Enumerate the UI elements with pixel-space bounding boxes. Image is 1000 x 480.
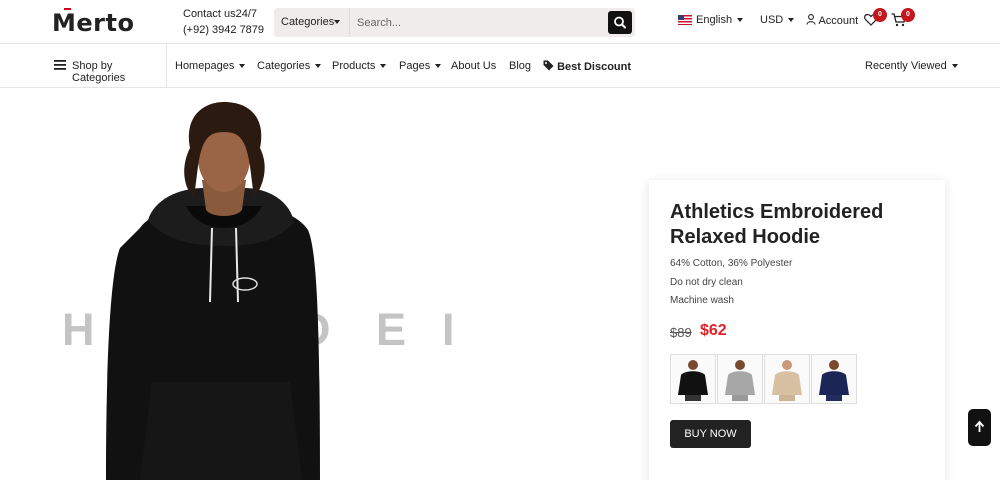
wishlist-count-badge: 0: [873, 8, 887, 22]
shop-by-categories-label: Shop by Categories: [72, 60, 126, 84]
us-flag-icon: [678, 15, 692, 25]
account-label: Account: [818, 15, 859, 27]
buy-now-button[interactable]: BUY NOW: [670, 420, 751, 448]
old-price: $89: [670, 325, 692, 340]
nav-about-us[interactable]: About Us: [451, 60, 496, 72]
logo[interactable]: Merto: [52, 8, 135, 37]
chevron-down-icon: [315, 64, 322, 69]
nav-categories[interactable]: Categories: [257, 60, 322, 72]
nav-pages-label: Pages: [399, 60, 431, 72]
shop-by-categories-button[interactable]: Shop by Categories: [0, 44, 167, 88]
recently-viewed-dropdown[interactable]: Recently Viewed: [865, 60, 958, 72]
nav-pages[interactable]: Pages: [399, 60, 442, 72]
contact-info: Contact us24/7 (+92) 3942 7879: [183, 6, 264, 38]
product-feature: Do not dry clean: [670, 277, 743, 288]
chevron-down-icon: [435, 64, 442, 69]
product-card: Athletics Embroidered Relaxed Hoodie 64%…: [649, 180, 945, 480]
search-input[interactable]: [357, 14, 577, 31]
menu-icon: [54, 60, 66, 70]
language-label: English: [696, 14, 733, 26]
nav-homepages[interactable]: Homepages: [175, 60, 246, 72]
tag-icon: [543, 60, 554, 71]
scroll-to-top-button[interactable]: [968, 409, 991, 446]
nav-blog[interactable]: Blog: [509, 60, 531, 72]
navy-hoodie-icon: [819, 360, 849, 401]
product-feature: 64% Cotton, 36% Polyester: [670, 258, 793, 269]
search-icon: [614, 16, 626, 29]
nav-products-label: Products: [332, 60, 376, 72]
arrow-up-icon: [974, 420, 985, 432]
beige-hoodie-icon: [772, 360, 802, 401]
cart-count-badge: 0: [901, 8, 915, 22]
currency-selector[interactable]: USD: [760, 14, 795, 26]
language-selector[interactable]: English: [696, 14, 744, 26]
main-nav: Shop by Categories Homepages Categories …: [0, 44, 1000, 88]
sale-price: $62: [700, 322, 727, 339]
chevron-down-icon: [788, 18, 795, 23]
user-icon: [806, 14, 816, 25]
variant-thumb-grey[interactable]: [717, 354, 763, 404]
variant-thumb-navy[interactable]: [811, 354, 857, 404]
account-link[interactable]: Account: [806, 14, 858, 27]
product-title[interactable]: Athletics Embroidered Relaxed Hoodie: [670, 200, 920, 250]
search-button[interactable]: [608, 11, 632, 34]
nav-best-discount[interactable]: Best Discount: [543, 60, 631, 73]
product-feature: Machine wash: [670, 295, 734, 306]
model-hoodie-image: [106, 102, 320, 480]
top-header: Merto Contact us24/7 (+92) 3942 7879 Cat…: [0, 0, 1000, 44]
currency-label: USD: [760, 14, 784, 26]
chevron-down-icon: [737, 18, 744, 23]
grey-hoodie-icon: [725, 360, 755, 401]
nav-categories-label: Categories: [257, 60, 311, 72]
contact-phone[interactable]: (+92) 3942 7879: [183, 22, 264, 38]
nav-homepages-label: Homepages: [175, 60, 235, 72]
logo-text: Merto: [52, 9, 135, 37]
contact-label: Contact us24/7: [183, 8, 257, 20]
chevron-down-icon: [951, 64, 958, 69]
hero-letter: E: [376, 304, 407, 355]
recently-viewed-label: Recently Viewed: [865, 60, 947, 72]
best-discount-label: Best Discount: [557, 61, 632, 73]
hero-section: H O O D E I Athletics Embroidered Relaxe…: [0, 88, 1000, 480]
variant-thumb-beige[interactable]: [764, 354, 810, 404]
chevron-down-icon: [380, 64, 387, 69]
black-hoodie-icon: [678, 360, 708, 401]
nav-products[interactable]: Products: [332, 60, 387, 72]
hero-letter: I: [442, 304, 455, 355]
chevron-down-icon: [239, 64, 246, 69]
logo-accent: [64, 8, 71, 10]
search-bar: Categories: [274, 8, 635, 37]
search-category-select[interactable]: Categories: [274, 8, 350, 37]
variant-thumb-black[interactable]: [670, 354, 716, 404]
